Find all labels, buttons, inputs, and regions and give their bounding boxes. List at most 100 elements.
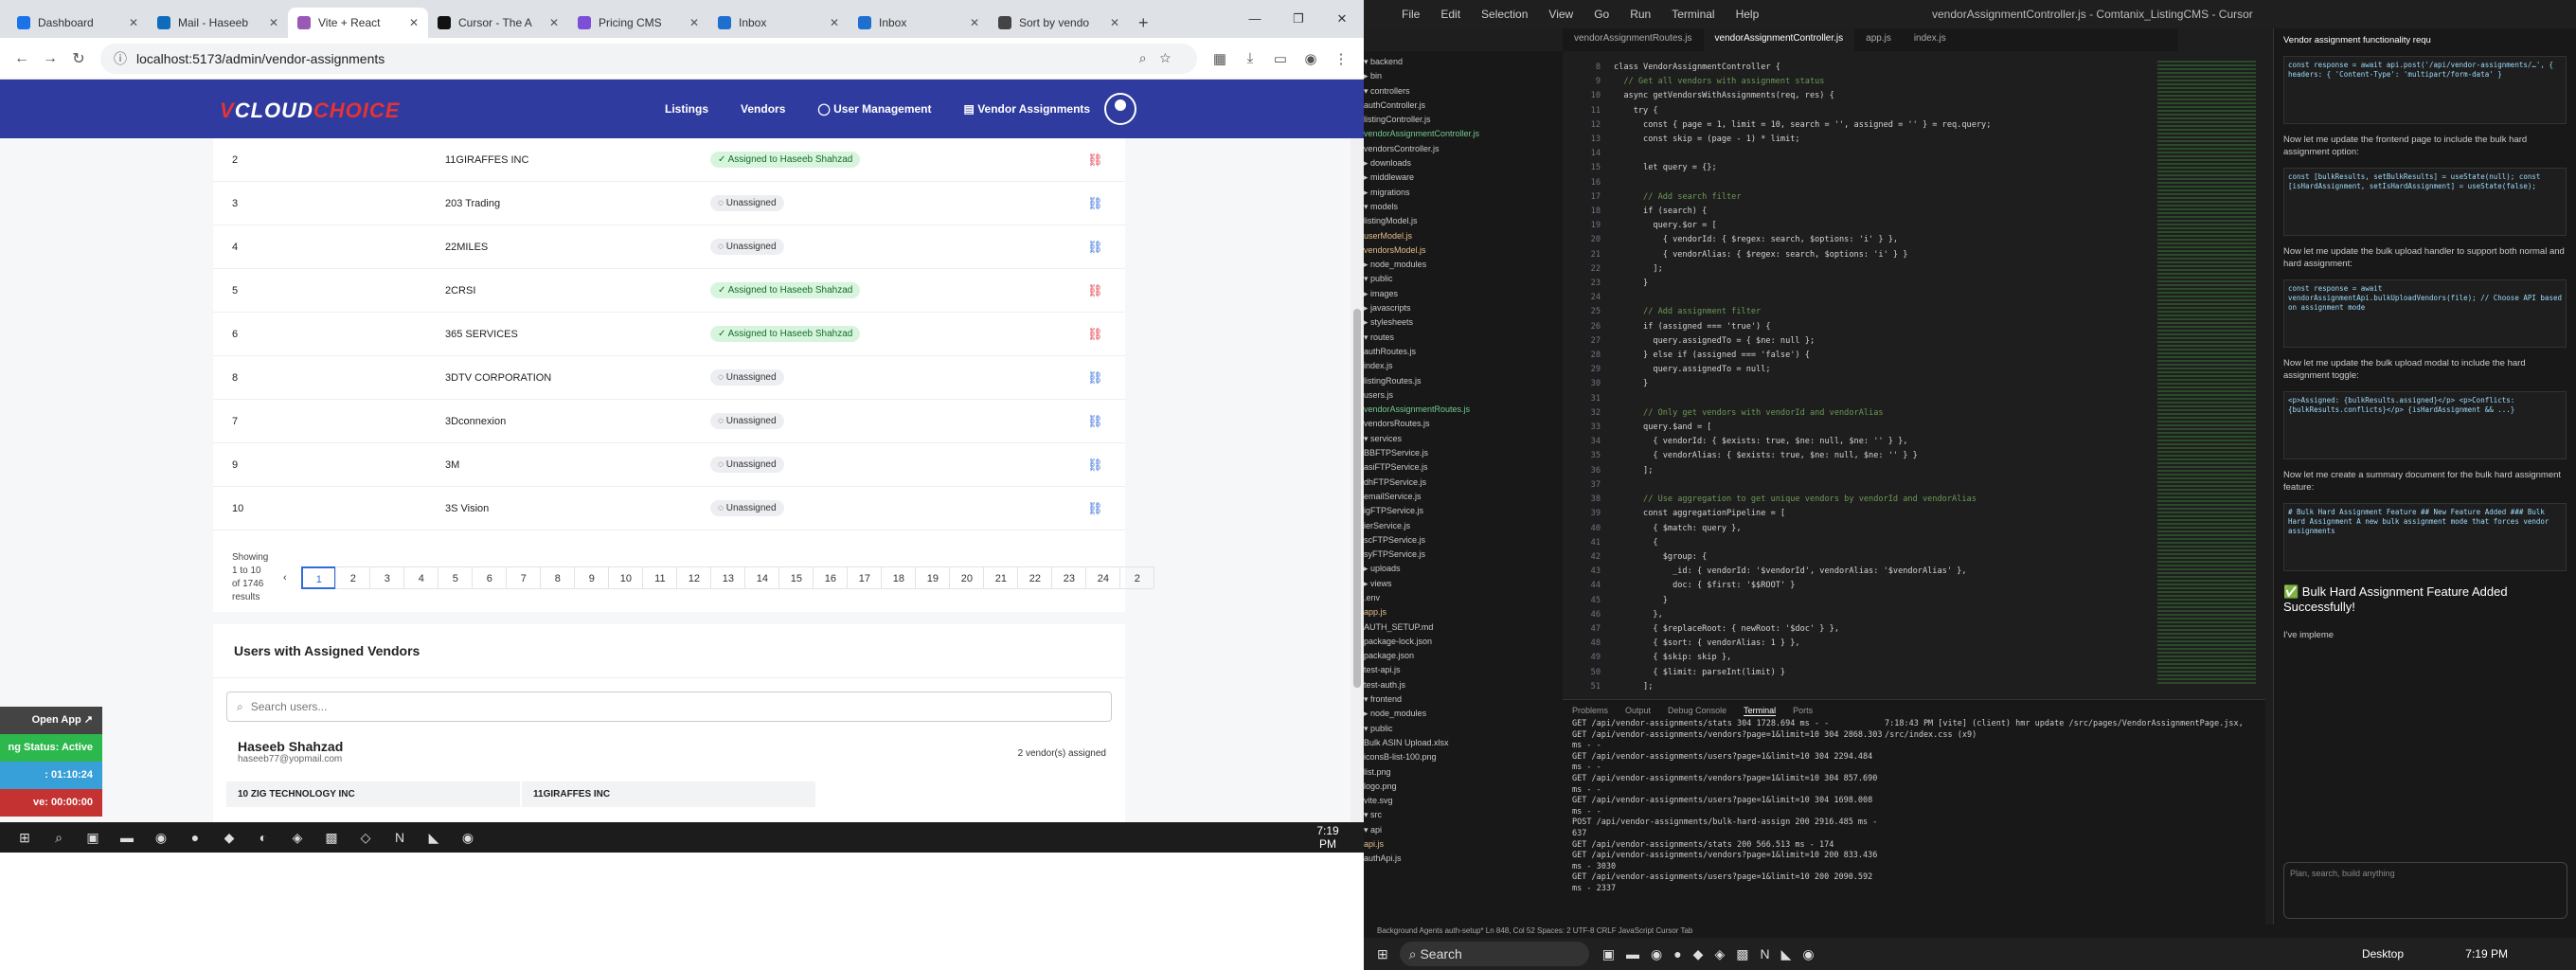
table-row[interactable]: 5 2CRSI ✓ Assigned to Haseeb Shahzad ⛓ — [213, 269, 1125, 313]
folder-icon[interactable]: ▬ — [1626, 946, 1639, 961]
scroll-thumb[interactable] — [1353, 309, 1361, 688]
editor-tab[interactable]: vendorAssignmentRoutes.js — [1563, 28, 1704, 51]
explorer-item[interactable]: index.js — [1364, 359, 1563, 373]
explorer-item[interactable]: ▸ javascripts — [1364, 301, 1563, 315]
app-icon[interactable]: ◈ — [280, 830, 314, 846]
site-info-icon[interactable]: ⓘ — [114, 49, 127, 68]
page-button[interactable]: 8 — [540, 566, 576, 589]
link-icon[interactable]: ⛓ — [1087, 458, 1125, 473]
page-button[interactable]: 19 — [915, 566, 951, 589]
explorer-item[interactable]: .env — [1364, 591, 1563, 605]
explorer-item[interactable]: vite.svg — [1364, 794, 1563, 808]
tab-close-icon[interactable]: ✕ — [1110, 16, 1119, 29]
url-bar[interactable]: ⓘ localhost:5173/admin/vendor-assignment… — [100, 43, 1197, 74]
app-icon[interactable]: ◈ — [1714, 946, 1725, 962]
link-icon[interactable]: ⛓ — [1087, 414, 1125, 429]
minimap[interactable] — [2157, 61, 2256, 686]
tab-close-icon[interactable]: ✕ — [409, 16, 419, 29]
maximize-icon[interactable]: ❐ — [1277, 0, 1320, 38]
explorer-item[interactable]: users.js — [1364, 388, 1563, 403]
explorer-item[interactable]: ▸ uploads — [1364, 562, 1563, 576]
page-button[interactable]: 16 — [813, 566, 849, 589]
code-editor[interactable]: 8 class VendorAssignmentController {9 // … — [1563, 61, 2074, 690]
unlink-icon[interactable]: ⛓ — [1087, 283, 1125, 298]
explorer-item[interactable]: package-lock.json — [1364, 635, 1563, 649]
browser-tab[interactable]: Pricing CMS ✕ — [568, 8, 708, 38]
chrome-icon[interactable]: ◉ — [451, 830, 485, 846]
close-icon[interactable]: ✕ — [1320, 0, 1364, 38]
explorer-item[interactable]: listingRoutes.js — [1364, 374, 1563, 388]
page-button[interactable]: 2 — [1119, 566, 1155, 589]
explorer-item[interactable]: BBFTPService.js — [1364, 446, 1563, 460]
tab-close-icon[interactable]: ✕ — [689, 16, 699, 29]
page-button[interactable]: 22 — [1017, 566, 1053, 589]
explorer-item[interactable]: userModel.js — [1364, 229, 1563, 243]
taskview-icon[interactable]: ▣ — [76, 830, 110, 846]
ide-menu-item[interactable]: View — [1548, 8, 1573, 21]
explorer-item[interactable]: listingController.js — [1364, 113, 1563, 127]
page-button[interactable]: 24 — [1085, 566, 1121, 589]
onenote-icon[interactable]: N — [1760, 946, 1769, 961]
folder-icon[interactable]: ▬ — [110, 830, 144, 845]
explorer-item[interactable]: ▸ middleware — [1364, 171, 1563, 185]
browser-tab[interactable]: Mail - Haseeb ✕ — [148, 8, 288, 38]
explorer-item[interactable]: emailService.js — [1364, 490, 1563, 504]
terminal-frontend[interactable]: 7:18:43 PM [vite] (client) hmr update /s… — [1885, 719, 2245, 741]
explorer-item[interactable]: vendorsRoutes.js — [1364, 417, 1563, 431]
explorer-item[interactable]: ▾ src — [1364, 808, 1563, 822]
page-button[interactable]: 15 — [778, 566, 814, 589]
explorer-item[interactable]: asiFTPService.js — [1364, 460, 1563, 475]
explorer-item[interactable]: test-api.js — [1364, 663, 1563, 677]
ide-menu-item[interactable]: Run — [1630, 8, 1651, 21]
unlink-icon[interactable]: ⛓ — [1087, 153, 1125, 168]
page-button[interactable]: 21 — [983, 566, 1019, 589]
unlink-icon[interactable]: ⛓ — [1087, 327, 1125, 342]
explorer-item[interactable]: vendorsController.js — [1364, 142, 1563, 156]
page-scrollbar[interactable] — [1351, 138, 1364, 832]
onenote-icon[interactable]: N — [383, 830, 417, 845]
explorer-item[interactable]: Bulk ASIN Upload.xlsx — [1364, 736, 1563, 750]
explorer-item[interactable]: ▸ node_modules — [1364, 258, 1563, 272]
editor-tab[interactable]: index.js — [1903, 28, 1958, 51]
explorer-item[interactable]: api.js — [1364, 837, 1563, 852]
page-button[interactable]: 12 — [676, 566, 712, 589]
cloudchoice-logo[interactable]: VCLOUDCHOICE — [220, 99, 400, 123]
explorer-item[interactable]: scFTPService.js — [1364, 533, 1563, 548]
explorer-item[interactable]: package.json — [1364, 649, 1563, 663]
chat-code-block[interactable]: # Bulk Hard Assignment Feature ## New Fe… — [2283, 503, 2567, 571]
browser-tab[interactable]: Inbox ✕ — [849, 8, 989, 38]
app-icon[interactable]: ◐ — [246, 830, 280, 845]
excel-icon[interactable]: ▩ — [1736, 946, 1748, 962]
panel-tab[interactable]: Ports — [1793, 706, 1813, 715]
page-button[interactable]: 14 — [744, 566, 780, 589]
app-icon[interactable]: ● — [1673, 946, 1681, 961]
table-row[interactable]: 4 22MILES ◌ Unassigned ⛓ — [213, 225, 1125, 269]
user-row[interactable]: Haseeb Shahzad haseeb77@yopmail.com 2 ve… — [213, 722, 1125, 764]
explorer-item[interactable]: authController.js — [1364, 99, 1563, 113]
explorer-item[interactable]: ▾ public — [1364, 722, 1563, 736]
open-app-button[interactable]: Open App ↗ — [0, 707, 102, 734]
page-button[interactable]: 5 — [438, 566, 474, 589]
chrome-icon[interactable]: ◉ — [144, 830, 178, 846]
explorer-item[interactable]: ▸ images — [1364, 287, 1563, 301]
explorer-item[interactable]: AUTH_SETUP.md — [1364, 620, 1563, 635]
explorer-item[interactable]: ▾ backend — [1364, 55, 1563, 69]
explorer-item[interactable]: list.png — [1364, 765, 1563, 780]
page-button[interactable]: 6 — [472, 566, 508, 589]
explorer-item[interactable]: test-auth.js — [1364, 678, 1563, 692]
explorer-item[interactable]: vendorAssignmentRoutes.js — [1364, 403, 1563, 417]
explorer-item[interactable]: ▾ controllers — [1364, 84, 1563, 99]
tab-close-icon[interactable]: ✕ — [129, 16, 138, 29]
chrome-icon[interactable]: ◉ — [1802, 946, 1814, 962]
panel-tab[interactable]: Output — [1625, 706, 1651, 715]
taskview-icon[interactable]: ▣ — [1602, 946, 1615, 962]
chat-code-block[interactable]: <p>Assigned: {bulkResults.assigned}</p> … — [2283, 391, 2567, 459]
page-button[interactable]: 9 — [574, 566, 610, 589]
chrome-icon[interactable]: ◉ — [1651, 946, 1662, 962]
page-button[interactable]: 23 — [1051, 566, 1087, 589]
forward-icon[interactable]: → — [36, 50, 64, 67]
explorer-item[interactable]: ▾ services — [1364, 432, 1563, 446]
user-avatar-icon[interactable] — [1104, 93, 1136, 125]
browser-tab[interactable]: Cursor - The A ✕ — [428, 8, 568, 38]
explorer-item[interactable]: ▾ api — [1364, 823, 1563, 837]
